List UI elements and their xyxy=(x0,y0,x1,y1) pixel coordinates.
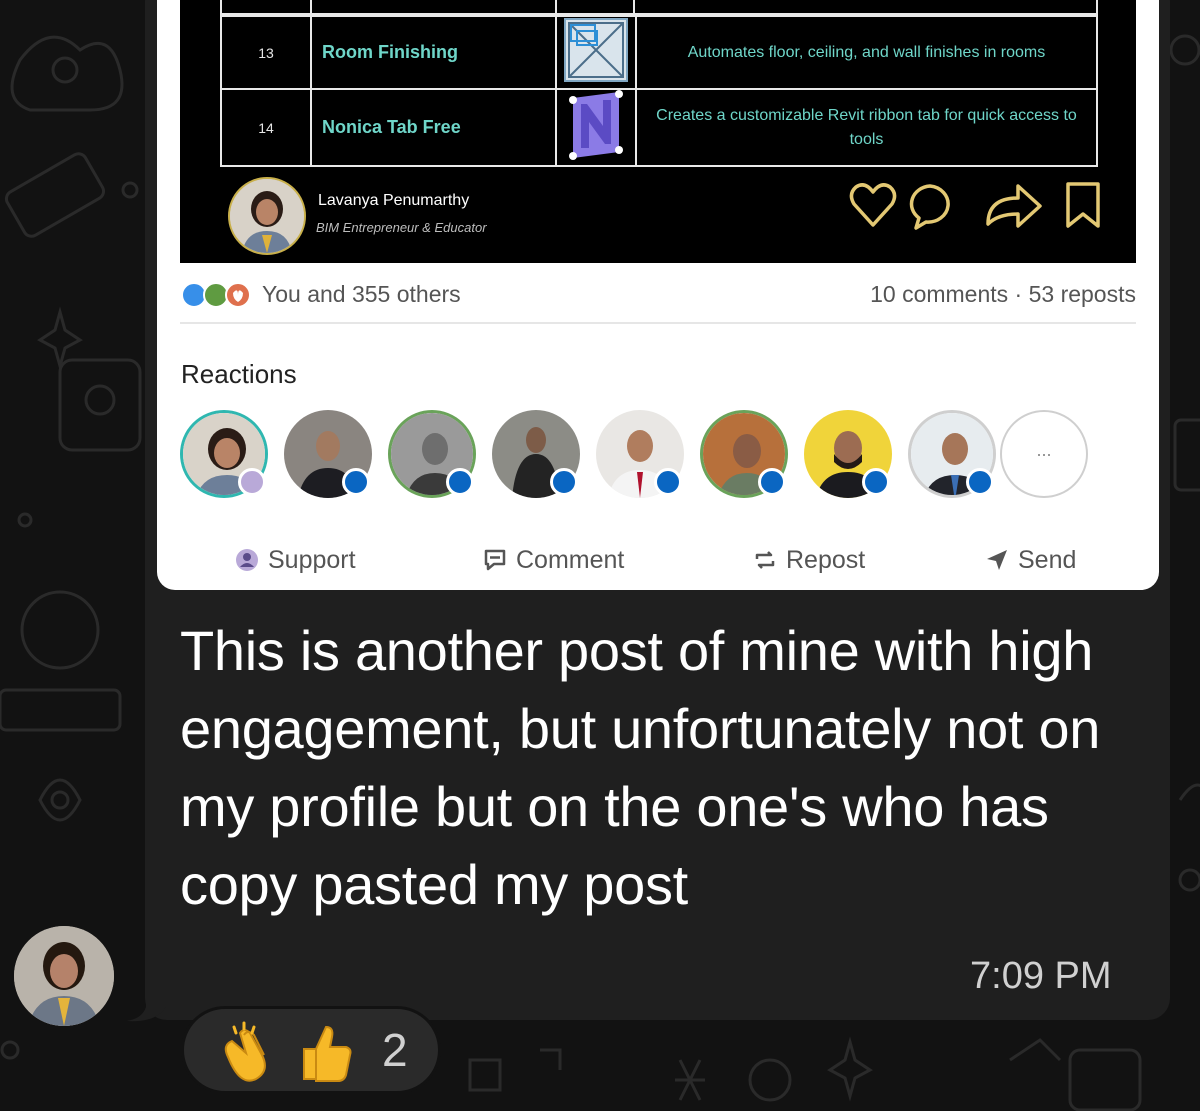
message-text: This is another post of mine with high e… xyxy=(180,619,1101,916)
heart-icon xyxy=(849,183,897,227)
like-badge-icon xyxy=(550,468,578,496)
table-divider xyxy=(220,0,222,14)
sender-avatar[interactable] xyxy=(14,926,114,1026)
tool-name: Room Finishing xyxy=(310,15,557,90)
reaction-count[interactable]: You and 355 others xyxy=(262,281,461,308)
chat-icon xyxy=(909,184,950,230)
send-icon xyxy=(987,550,1007,570)
send-button[interactable]: Send xyxy=(984,540,1076,580)
nonica-tab-icon xyxy=(555,88,637,167)
table-divider xyxy=(555,0,557,14)
repost-label: Repost xyxy=(786,545,866,574)
support-badge-icon xyxy=(238,468,266,496)
share-icon xyxy=(986,184,1042,228)
message-reactions[interactable]: 2 xyxy=(181,1006,441,1094)
table-divider xyxy=(1096,0,1098,14)
table-row: 13 Room Finishing Automates floor, ceili… xyxy=(220,15,1098,90)
like-badge-icon xyxy=(654,468,682,496)
tool-description: Creates a customizable Revit ribbon tab … xyxy=(635,88,1098,167)
reaction-count: 2 xyxy=(382,1024,408,1076)
comment-label: Comment xyxy=(516,545,625,574)
clapping-hands-icon xyxy=(224,1021,266,1082)
comment-icon xyxy=(484,549,506,571)
section-divider xyxy=(180,322,1136,324)
bookmark-icon xyxy=(1066,182,1100,228)
row-number: 13 xyxy=(220,15,312,90)
row-number: 14 xyxy=(220,88,312,167)
like-badge-icon xyxy=(758,468,786,496)
engagement-row: You and 355 others 10 comments · 53 repo… xyxy=(180,278,1136,314)
revit-tools-table: 13 Room Finishing Automates floor, ceili… xyxy=(220,15,1098,167)
repost-button[interactable]: Repost xyxy=(752,540,865,580)
reactor-avatars: ... xyxy=(180,410,1100,502)
like-badge-icon xyxy=(966,468,994,496)
thumbs-up-icon xyxy=(303,1025,352,1082)
message-bubble-tail xyxy=(126,985,166,1022)
reaction-type-icons[interactable] xyxy=(180,280,258,310)
support-label: Support xyxy=(268,545,356,574)
table-divider xyxy=(310,0,312,14)
support-icon xyxy=(236,549,258,571)
tool-name: Nonica Tab Free xyxy=(310,88,557,167)
more-reactors-button[interactable]: ... xyxy=(1000,410,1088,498)
post-author-name: Lavanya Penumarthy xyxy=(318,192,470,209)
post-action-bar: Support Comment Repost Send xyxy=(180,540,1136,580)
send-label: Send xyxy=(1018,545,1077,574)
like-badge-icon xyxy=(862,468,890,496)
comments-reposts-count[interactable]: 10 comments · 53 reposts xyxy=(870,281,1136,308)
post-author-avatar xyxy=(228,177,306,255)
comment-button[interactable]: Comment xyxy=(482,540,624,580)
like-badge-icon xyxy=(446,468,474,496)
message-timestamp: 7:09 PM xyxy=(970,955,1112,997)
post-author-title: BIM Entrepreneur & Educator xyxy=(316,220,487,235)
like-badge-icon xyxy=(342,468,370,496)
table-divider xyxy=(633,0,635,14)
support-button[interactable]: Support xyxy=(234,540,356,580)
reactions-heading: Reactions xyxy=(181,359,297,389)
repost-icon xyxy=(755,551,775,569)
tool-description: Automates floor, ceiling, and wall finis… xyxy=(635,15,1098,90)
room-finishing-icon xyxy=(555,15,637,90)
table-row: 14 Nonica Tab Free Creates a customizabl… xyxy=(220,88,1098,167)
post-image-actions xyxy=(849,182,1100,230)
